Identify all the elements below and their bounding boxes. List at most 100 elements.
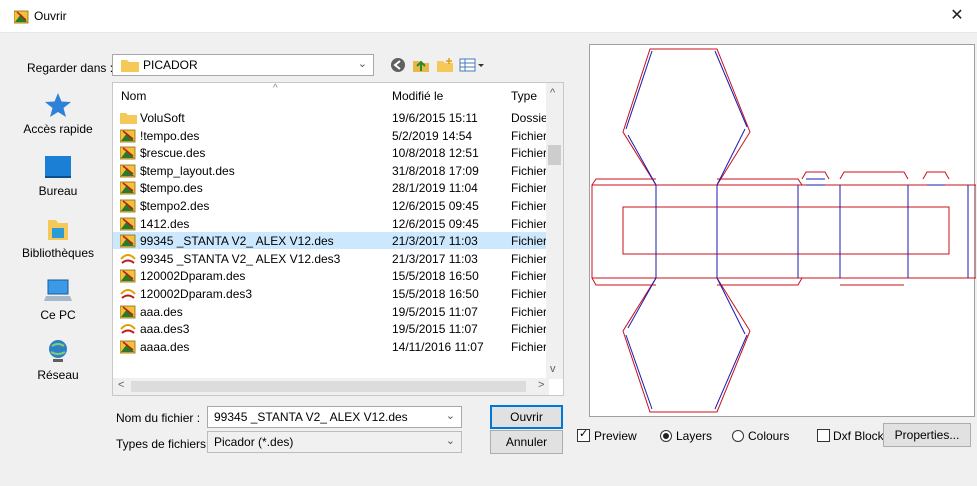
file-type: Fichier <box>511 181 548 196</box>
file-name: 1412.des <box>140 216 190 231</box>
sort-ascending-icon: ^ <box>273 83 278 94</box>
vertical-scroll-thumb[interactable] <box>548 145 561 165</box>
file-row[interactable]: 120002Dparam.des3 15/5/2018 16:50 Fichier <box>113 285 549 302</box>
back-icon[interactable] <box>390 56 406 74</box>
crease-top-left <box>625 50 748 186</box>
file-name: 99345 _STANTA V2_ ALEX V12.des <box>140 234 334 249</box>
place-libraries[interactable]: Bibliothèques <box>12 216 104 260</box>
file-modified: 15/5/2018 16:50 <box>392 287 479 301</box>
dieline-preview <box>591 48 977 413</box>
filetype-label: Types de fichiers : <box>116 437 213 451</box>
place-quick-access[interactable]: Accès rapide <box>12 92 104 136</box>
des3-file-icon <box>120 253 136 264</box>
des-file-icon <box>120 181 136 195</box>
window-title: Ouvrir <box>34 9 67 23</box>
file-row[interactable]: VoluSoft 19/6/2015 15:11 Dossie <box>113 109 549 126</box>
file-name: VoluSoft <box>140 111 185 125</box>
file-type: Fichier <box>511 339 548 354</box>
horizontal-scrollbar[interactable]: < > <box>113 378 549 395</box>
file-modified: 5/2/2019 14:54 <box>392 128 473 143</box>
des3-file-icon <box>120 324 136 334</box>
vertical-scrollbar[interactable]: ^ v <box>546 83 563 379</box>
title-bar: Ouvrir ✕ <box>0 0 977 33</box>
lookin-value: PICADOR <box>143 58 198 72</box>
file-list[interactable]: Nom ^ Modifié le Type VoluSoft 19/6/2015 … <box>112 82 564 396</box>
file-row[interactable]: $temp_layout.des 31/8/2018 17:09 Fichier <box>113 162 549 179</box>
file-row[interactable]: $tempo2.des 12/6/2015 09:45 Fichier <box>113 197 549 214</box>
file-row[interactable]: 99345 _STANTA V2_ ALEX V12.des3 21/3/2017… <box>113 250 549 267</box>
lookin-combo[interactable]: PICADOR ⌄ <box>112 54 374 76</box>
layers-radio[interactable] <box>660 430 672 442</box>
scroll-right-icon[interactable]: > <box>538 379 544 391</box>
top-hexagon-panel <box>622 48 751 186</box>
place-desktop[interactable]: Bureau <box>12 154 104 198</box>
picador-app-icon <box>14 10 29 24</box>
filename-value: 99345 _STANTA V2_ ALEX V12.des <box>214 410 408 424</box>
inner-window <box>622 206 950 255</box>
filename-input[interactable]: 99345 _STANTA V2_ ALEX V12.des ⌄ <box>207 406 462 428</box>
flap-bottom <box>591 277 904 286</box>
column-header-type[interactable]: Type <box>511 89 537 103</box>
filetype-select[interactable]: Picador (*.des) ⌄ <box>207 431 462 453</box>
des-file-icon <box>120 146 136 160</box>
colours-radio[interactable] <box>732 430 744 442</box>
file-modified: 21/3/2017 11:03 <box>392 234 478 249</box>
file-type: Dossie <box>511 111 548 125</box>
file-modified: 12/6/2015 09:45 <box>392 216 479 231</box>
new-folder-icon[interactable] <box>436 56 454 74</box>
file-modified: 21/3/2017 11:03 <box>392 251 478 266</box>
horizontal-scroll-thumb[interactable] <box>131 381 526 392</box>
file-row[interactable]: !tempo.des 5/2/2019 14:54 Fichier <box>113 127 549 144</box>
close-button[interactable]: ✕ <box>945 6 969 26</box>
up-folder-icon[interactable] <box>412 56 430 74</box>
preview-checkbox[interactable] <box>577 427 590 442</box>
file-row[interactable]: $tempo.des 28/1/2019 11:04 Fichier <box>113 179 549 196</box>
dxf-block-checkbox[interactable] <box>817 429 830 442</box>
column-header-modified[interactable]: Modifié le <box>392 89 443 103</box>
file-row[interactable]: aaaa.des 14/11/2016 11:07 Fichier <box>113 338 549 355</box>
crease-verticals <box>655 185 969 278</box>
file-row[interactable]: $rescue.des 10/8/2018 12:51 Fichier <box>113 144 549 161</box>
des-file-icon <box>120 269 136 283</box>
cancel-button[interactable]: Annuler <box>490 430 563 454</box>
des-file-icon <box>120 305 136 318</box>
file-modified: 15/5/2018 16:50 <box>392 269 479 284</box>
file-type: Fichier <box>511 128 548 143</box>
des-file-icon <box>120 340 136 354</box>
preview-pane <box>589 44 977 417</box>
file-modified: 19/5/2015 11:07 <box>392 322 478 337</box>
file-name: !tempo.des <box>140 128 200 143</box>
chevron-down-icon: ⌄ <box>445 435 455 447</box>
des-file-icon <box>120 217 136 230</box>
column-header-name[interactable]: Nom <box>121 89 146 103</box>
layers-label: Layers <box>676 429 713 443</box>
chevron-down-icon[interactable]: ⌄ <box>446 409 455 422</box>
place-network[interactable]: Réseau <box>12 338 104 382</box>
folder-icon <box>120 113 137 124</box>
file-row[interactable]: 99345 _STANTA V2_ ALEX V12.des 21/3/2017 … <box>113 232 549 250</box>
list-header: Nom ^ Modifié le Type <box>113 83 547 107</box>
scroll-left-icon[interactable]: < <box>118 379 124 391</box>
scroll-down-icon[interactable]: v <box>550 363 556 375</box>
file-row[interactable]: 1412.des 12/6/2015 09:45 Fichier <box>113 215 549 232</box>
file-name: $temp_layout.des <box>140 163 235 178</box>
file-modified: 14/11/2016 11:07 <box>392 339 484 354</box>
file-type: Fichier <box>511 304 548 319</box>
open-button[interactable]: Ouvrir <box>490 405 563 429</box>
file-type: Fichier <box>511 216 548 231</box>
file-row[interactable]: 120002Dparam.des 15/5/2018 16:50 Fichier <box>113 267 549 284</box>
filename-label: Nom du fichier : <box>116 411 201 425</box>
properties-button[interactable]: Properties... <box>883 423 971 447</box>
file-modified: 19/5/2015 11:07 <box>392 304 478 319</box>
file-name: aaaa.des <box>140 339 190 354</box>
view-menu-icon[interactable] <box>459 56 485 74</box>
file-row[interactable]: aaa.des3 19/5/2015 11:07 Fichier <box>113 320 549 337</box>
des-file-icon <box>120 129 136 142</box>
scroll-up-icon[interactable]: ^ <box>550 87 555 99</box>
place-this-pc[interactable]: Ce PC <box>12 278 104 322</box>
places-bar: Accès rapide Bureau Bibliothèques Ce PC … <box>12 82 104 392</box>
file-name: $rescue.des <box>140 146 206 161</box>
file-type: Fichier <box>511 234 548 249</box>
file-row[interactable]: aaa.des 19/5/2015 11:07 Fichier <box>113 303 549 320</box>
file-type: Fichier <box>511 199 548 213</box>
